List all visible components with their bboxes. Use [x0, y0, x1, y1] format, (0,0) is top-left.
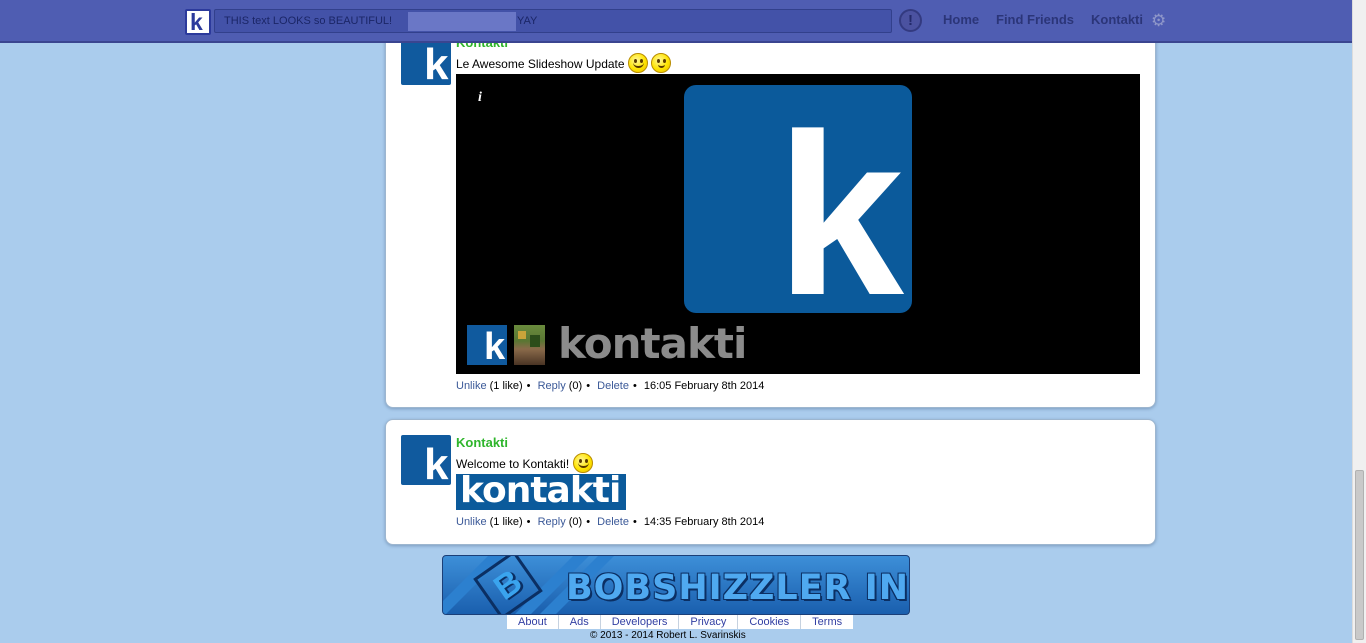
reply-count: (0): [568, 516, 583, 528]
footer-link-cookies[interactable]: Cookies: [737, 615, 800, 629]
delete-link[interactable]: Delete: [597, 516, 629, 528]
kontakti-wordmark-image: kontakti: [456, 470, 626, 511]
bobshizzler-banner[interactable]: B BOBSHIZZLER INC: [442, 555, 910, 615]
post-actions: Unlike (1 like) • Reply (0) • Delete • 14:3…: [456, 516, 765, 528]
slide-wordmark: kontakti: [558, 319, 747, 368]
smiley-icon: [651, 53, 672, 73]
footer-link-about[interactable]: About: [507, 615, 558, 629]
thumbnail-letter: k: [484, 326, 506, 365]
smiley-icon: [627, 53, 648, 73]
nav-home[interactable]: Home: [943, 12, 979, 27]
search-input[interactable]: THIS text LOOKS so BEAUTIFUL! YAY: [214, 9, 892, 33]
unlike-link[interactable]: Unlike: [456, 380, 487, 392]
slideshow[interactable]: i k k kontakti: [456, 74, 1140, 374]
delete-link[interactable]: Delete: [597, 380, 629, 392]
info-icon[interactable]: i: [478, 90, 482, 106]
reply-count: (0): [568, 380, 583, 392]
unlike-link[interactable]: Unlike: [456, 516, 487, 528]
like-count[interactable]: (1 like): [490, 380, 523, 392]
footer-link-terms[interactable]: Terms: [800, 615, 853, 629]
search-text-before: THIS text LOOKS so BEAUTIFUL!: [224, 15, 393, 27]
search-text-after: YAY: [517, 15, 538, 27]
post-author[interactable]: Kontakti: [456, 435, 508, 450]
post-actions: Unlike (1 like) • Reply (0) • Delete • 16:0…: [456, 380, 765, 392]
slide-logo-letter: k: [776, 86, 904, 314]
footer-link-ads[interactable]: Ads: [557, 615, 600, 629]
nav-find-friends[interactable]: Find Friends: [996, 12, 1074, 27]
avatar[interactable]: k: [401, 435, 451, 485]
search-text-selection: [408, 12, 516, 31]
post-text-content: Welcome to Kontakti!: [456, 457, 570, 471]
kontakti-logo[interactable]: k: [185, 9, 211, 35]
reply-link[interactable]: Reply: [538, 380, 566, 392]
wordmark-text: kontakti: [460, 470, 621, 511]
scrollbar[interactable]: [1352, 0, 1366, 643]
copyright: © 2013 - 2014 Robert L. Svarinskis: [590, 630, 746, 641]
post-text: Le Awesome Slideshow Update: [456, 53, 672, 73]
avatar-letter: k: [424, 440, 449, 486]
avatar-letter: k: [424, 40, 449, 86]
post-text-content: Le Awesome Slideshow Update: [456, 57, 625, 71]
top-bar: k THIS text LOOKS so BEAUTIFUL! YAY ! Ho…: [0, 0, 1352, 43]
notifications-icon[interactable]: !: [899, 9, 922, 32]
slide-thumbnail[interactable]: k: [467, 325, 507, 365]
slide-image: k: [684, 85, 912, 313]
scrollbar-thumb[interactable]: [1355, 470, 1364, 640]
logo-letter: k: [190, 9, 203, 35]
footer-links: About Ads Developers Privacy Cookies Ter…: [507, 615, 854, 629]
footer-link-developers[interactable]: Developers: [599, 615, 679, 629]
nav-profile[interactable]: Kontakti: [1091, 12, 1143, 27]
footer-link-privacy[interactable]: Privacy: [678, 615, 737, 629]
post-timestamp: 14:35 February 8th 2014: [643, 516, 765, 528]
slide-thumbnail[interactable]: [514, 325, 545, 365]
gear-icon[interactable]: ⚙: [1151, 11, 1166, 31]
reply-link[interactable]: Reply: [538, 516, 566, 528]
banner-text: BOBSHIZZLER INC: [566, 568, 910, 608]
like-count[interactable]: (1 like): [490, 516, 523, 528]
post-timestamp: 16:05 February 8th 2014: [643, 380, 765, 392]
